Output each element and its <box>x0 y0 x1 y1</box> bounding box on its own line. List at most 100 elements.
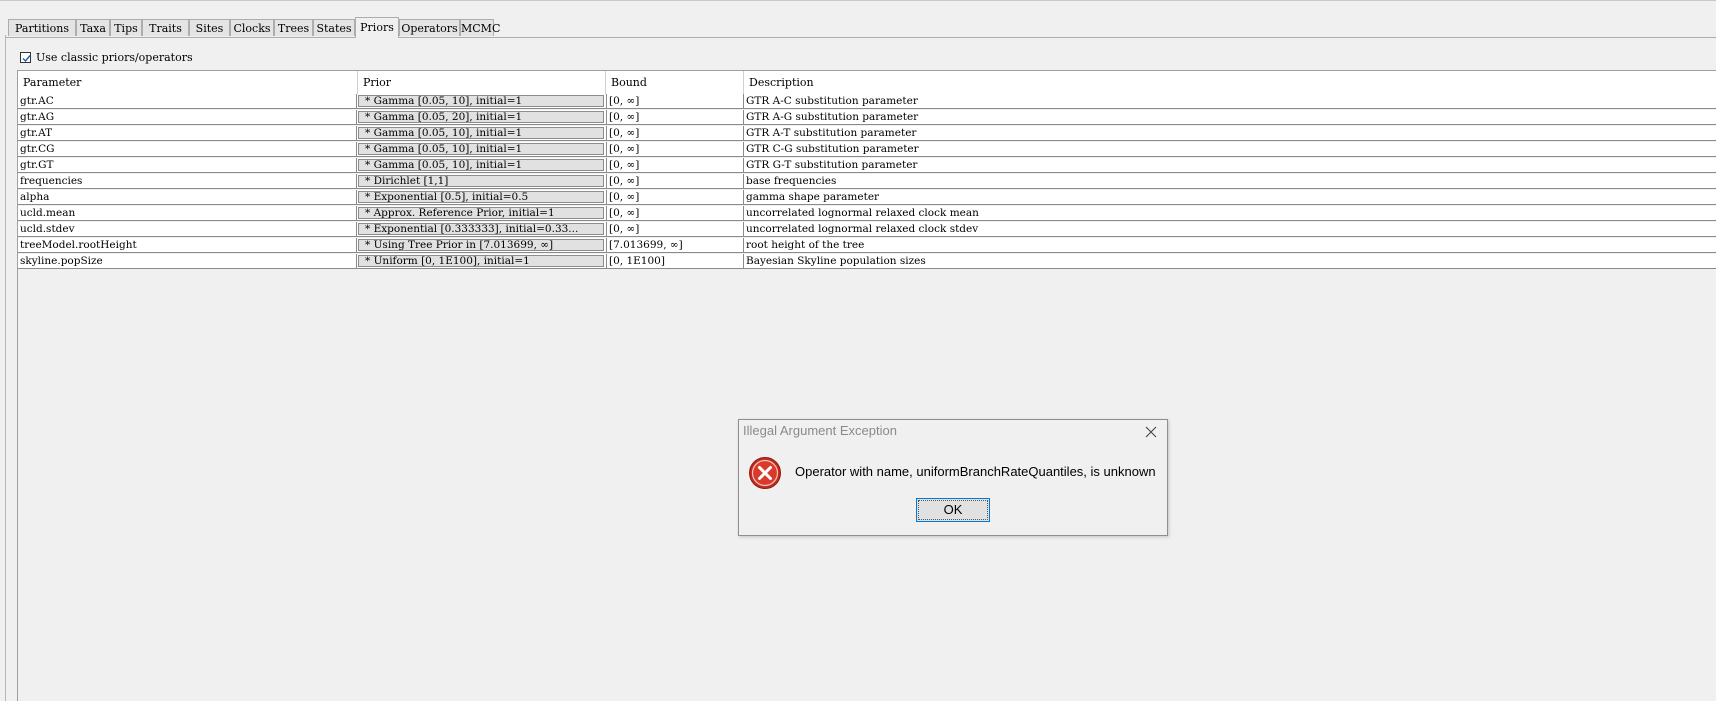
bound-cell[interactable]: [0, ∞] <box>606 126 742 140</box>
column-divider <box>356 158 357 172</box>
table-row[interactable]: alpha * Exponential [0.5], initial=0.5 [0,… <box>18 190 1716 205</box>
parameter-cell[interactable]: gtr.AG <box>20 110 356 124</box>
parameter-cell[interactable]: gtr.AC <box>20 94 356 108</box>
description-cell[interactable]: Bayesian Skyline population sizes <box>743 254 1713 268</box>
bound-cell[interactable]: [0, 1E100] <box>606 254 742 268</box>
description-cell[interactable]: GTR A-G substitution parameter <box>743 110 1713 124</box>
column-divider <box>356 174 357 188</box>
description-cell[interactable]: uncorrelated lognormal relaxed clock mea… <box>743 206 1713 220</box>
column-divider <box>356 110 357 124</box>
column-header-bound[interactable]: Bound <box>605 71 743 94</box>
prior-cell: * Uniform [0, 1E100], initial=1 <box>358 254 604 268</box>
column-divider <box>356 94 357 108</box>
tab-taxa[interactable]: Taxa <box>76 19 110 36</box>
column-divider <box>356 126 357 140</box>
column-header-prior[interactable]: Prior <box>357 71 605 94</box>
table-row[interactable]: treeModel.rootHeight * Using Tree Prior i… <box>18 238 1716 253</box>
tab-panel-border <box>6 37 1716 38</box>
table-row[interactable]: gtr.AC * Gamma [0.05, 10], initial=1 [0, ∞… <box>18 94 1716 109</box>
bound-cell[interactable]: [0, ∞] <box>606 142 742 156</box>
prior-cell: * Approx. Reference Prior, initial=1 <box>358 206 604 220</box>
description-cell[interactable]: uncorrelated lognormal relaxed clock std… <box>743 222 1713 236</box>
tab-priors[interactable]: Priors <box>355 17 399 38</box>
table-row[interactable]: frequencies * Dirichlet [1,1] [0, ∞] base f… <box>18 174 1716 189</box>
table-row[interactable]: gtr.AG * Gamma [0.05, 20], initial=1 [0, ∞… <box>18 110 1716 125</box>
prior-cell: * Exponential [0.333333], initial=0.33..… <box>358 222 604 236</box>
prior-button[interactable]: * Exponential [0.333333], initial=0.33..… <box>358 223 604 235</box>
description-cell[interactable]: base frequencies <box>743 174 1713 188</box>
prior-button[interactable]: * Gamma [0.05, 10], initial=1 <box>358 159 604 171</box>
tab-clocks[interactable]: Clocks <box>230 19 274 36</box>
ok-button[interactable]: OK <box>916 498 990 522</box>
table-row[interactable]: ucld.mean * Approx. Reference Prior, init… <box>18 206 1716 221</box>
tab-tips[interactable]: Tips <box>110 19 142 36</box>
column-header-description[interactable]: Description <box>743 71 1716 94</box>
parameter-cell[interactable]: gtr.AT <box>20 126 356 140</box>
bound-cell[interactable]: [0, ∞] <box>606 174 742 188</box>
prior-cell: * Gamma [0.05, 20], initial=1 <box>358 110 604 124</box>
prior-button[interactable]: * Uniform [0, 1E100], initial=1 <box>358 255 604 267</box>
description-cell[interactable]: root height of the tree <box>743 238 1713 252</box>
tab-states[interactable]: States <box>313 19 355 36</box>
parameter-cell[interactable]: frequencies <box>20 174 356 188</box>
bound-cell[interactable]: [0, ∞] <box>606 94 742 108</box>
bound-cell[interactable]: [0, ∞] <box>606 158 742 172</box>
bound-cell[interactable]: [0, ∞] <box>606 110 742 124</box>
table-row[interactable]: gtr.GT * Gamma [0.05, 10], initial=1 [0, ∞… <box>18 158 1716 173</box>
column-divider <box>356 222 357 236</box>
parameter-cell[interactable]: skyline.popSize <box>20 254 356 268</box>
bound-cell[interactable]: [0, ∞] <box>606 222 742 236</box>
dialog-title: Illegal Argument Exception <box>743 423 897 438</box>
panel-left-border <box>5 35 6 701</box>
tab-trees[interactable]: Trees <box>274 19 313 36</box>
description-cell[interactable]: GTR C-G substitution parameter <box>743 142 1713 156</box>
description-cell[interactable]: GTR A-T substitution parameter <box>743 126 1713 140</box>
column-header-parameter[interactable]: Parameter <box>18 71 357 94</box>
parameter-cell[interactable]: gtr.GT <box>20 158 356 172</box>
prior-button[interactable]: * Gamma [0.05, 10], initial=1 <box>358 95 604 107</box>
parameter-cell[interactable]: treeModel.rootHeight <box>20 238 356 252</box>
tab-traits[interactable]: Traits <box>142 19 189 36</box>
table-row[interactable]: skyline.popSize * Uniform [0, 1E100], ini… <box>18 254 1716 269</box>
prior-button[interactable]: * Dirichlet [1,1] <box>358 175 604 187</box>
tab-operators[interactable]: Operators <box>399 19 460 36</box>
tab-mcmc[interactable]: MCMC <box>460 19 500 36</box>
prior-button[interactable]: * Gamma [0.05, 10], initial=1 <box>358 127 604 139</box>
bound-cell[interactable]: [0, ∞] <box>606 190 742 204</box>
close-icon[interactable] <box>1144 425 1158 439</box>
column-divider <box>356 190 357 204</box>
prior-button[interactable]: * Approx. Reference Prior, initial=1 <box>358 207 604 219</box>
tab-sites[interactable]: Sites <box>189 19 230 36</box>
tab-partitions[interactable]: Partitions <box>8 19 76 36</box>
prior-button[interactable]: * Gamma [0.05, 20], initial=1 <box>358 111 604 123</box>
prior-cell: * Gamma [0.05, 10], initial=1 <box>358 94 604 108</box>
parameter-cell[interactable]: ucld.mean <box>20 206 356 220</box>
table-header: Parameter Prior Bound Description <box>18 71 1716 95</box>
bound-cell[interactable]: [7.013699, ∞] <box>606 238 742 252</box>
description-cell[interactable]: GTR A-C substitution parameter <box>743 94 1713 108</box>
prior-button[interactable]: * Gamma [0.05, 10], initial=1 <box>358 143 604 155</box>
parameter-cell[interactable]: ucld.stdev <box>20 222 356 236</box>
table-row[interactable]: gtr.AT * Gamma [0.05, 10], initial=1 [0, ∞… <box>18 126 1716 141</box>
table-row[interactable]: gtr.CG * Gamma [0.05, 10], initial=1 [0, ∞… <box>18 142 1716 157</box>
error-dialog: Illegal Argument Exception Operator with… <box>738 419 1168 536</box>
description-cell[interactable]: GTR G-T substitution parameter <box>743 158 1713 172</box>
prior-cell: * Exponential [0.5], initial=0.5 <box>358 190 604 204</box>
parameter-cell[interactable]: alpha <box>20 190 356 204</box>
parameter-cell[interactable]: gtr.CG <box>20 142 356 156</box>
window-top-border <box>0 0 1716 1</box>
prior-cell: * Using Tree Prior in [7.013699, ∞] <box>358 238 604 252</box>
prior-cell: * Dirichlet [1,1] <box>358 174 604 188</box>
priors-table: Parameter Prior Bound Description gtr.AC… <box>17 70 1716 701</box>
bound-cell[interactable]: [0, ∞] <box>606 206 742 220</box>
column-divider <box>356 142 357 156</box>
dialog-message: Operator with name, uniformBranchRateQua… <box>795 464 1156 479</box>
prior-button[interactable]: * Using Tree Prior in [7.013699, ∞] <box>358 239 604 251</box>
prior-button[interactable]: * Exponential [0.5], initial=0.5 <box>358 191 604 203</box>
classic-priors-label: Use classic priors/operators <box>36 51 193 64</box>
error-icon <box>749 457 781 489</box>
description-cell[interactable]: gamma shape parameter <box>743 190 1713 204</box>
table-row[interactable]: ucld.stdev * Exponential [0.333333], init… <box>18 222 1716 237</box>
classic-priors-checkbox[interactable] <box>20 52 31 63</box>
prior-cell: * Gamma [0.05, 10], initial=1 <box>358 142 604 156</box>
